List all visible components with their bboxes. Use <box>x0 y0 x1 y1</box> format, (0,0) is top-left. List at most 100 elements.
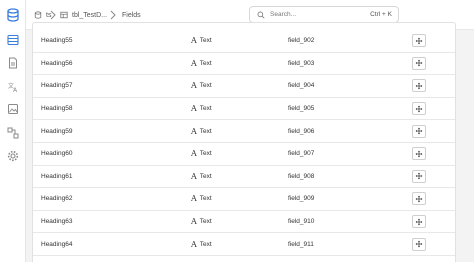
field-type-label: Text <box>199 127 212 135</box>
field-name: Heading56 <box>41 59 73 67</box>
drag-handle-button[interactable] <box>412 102 426 116</box>
field-type-label: Text <box>199 172 212 180</box>
table-row[interactable]: Heading55 A Text field_902 <box>33 30 455 53</box>
field-name: Heading63 <box>41 218 73 226</box>
database-small-icon <box>34 11 42 19</box>
move-icon <box>415 105 423 112</box>
mapping-icon[interactable] <box>6 126 20 140</box>
text-type-icon: A <box>191 104 197 114</box>
move-icon <box>415 218 423 225</box>
gear-icon[interactable] <box>6 149 20 163</box>
table-row[interactable]: Heading64 A Text field_911 <box>33 233 455 256</box>
table-row[interactable]: Heading59 A Text field_906 <box>33 120 455 143</box>
field-id: field_910 <box>288 218 315 226</box>
field-type: A Text <box>191 36 212 45</box>
field-type-label: Text <box>199 240 212 248</box>
field-id: field_905 <box>288 105 315 113</box>
move-icon <box>415 60 423 67</box>
text-type-icon: A <box>191 36 197 46</box>
move-icon <box>415 127 423 135</box>
table-row[interactable]: Heading56 A Text field_903 <box>33 53 455 76</box>
field-type: A Text <box>191 104 212 113</box>
table-small-icon <box>60 11 68 19</box>
move-icon <box>415 240 423 248</box>
field-id: field_911 <box>288 240 314 248</box>
field-name: Heading60 <box>41 150 73 158</box>
field-type-label: Text <box>199 37 212 45</box>
field-id: field_906 <box>288 127 315 135</box>
move-icon <box>415 37 423 45</box>
field-name: Heading58 <box>41 105 73 113</box>
field-type: A Text <box>191 59 212 68</box>
fields-table: Heading55 A Text field_902 Heading56 A Text fie… <box>32 22 456 262</box>
field-type: A Text <box>191 172 212 181</box>
table-row[interactable]: Heading62 A Text field_909 <box>33 188 455 211</box>
drag-handle-button[interactable] <box>412 56 426 70</box>
svg-text:A: A <box>13 87 18 93</box>
breadcrumb-table-label: tbl_TestD... <box>72 11 108 19</box>
text-type-icon: A <box>191 81 197 91</box>
drag-handle-button[interactable] <box>412 169 426 183</box>
field-id: field_909 <box>288 195 315 203</box>
document-icon[interactable] <box>6 56 20 70</box>
drag-handle-button[interactable] <box>412 237 426 251</box>
table-row[interactable]: Heading58 A Text field_905 <box>33 98 455 121</box>
field-type: A Text <box>191 217 212 226</box>
text-type-icon: A <box>191 239 197 249</box>
text-type-icon: A <box>191 217 197 227</box>
move-icon <box>415 195 423 203</box>
text-type-icon: A <box>191 58 197 68</box>
left-sidebar: 文A <box>0 0 26 262</box>
field-type-label: Text <box>199 59 212 67</box>
field-type-label: Text <box>199 82 212 90</box>
table-row[interactable]: Heading60 A Text field_907 <box>33 143 455 166</box>
field-type: A Text <box>191 149 212 158</box>
field-type-label: Text <box>199 195 212 203</box>
field-type-label: Text <box>199 150 212 158</box>
drag-handle-button[interactable] <box>412 79 426 93</box>
field-type: A Text <box>191 194 212 203</box>
field-type: A Text <box>191 240 212 249</box>
search-input[interactable]: Search... Ctrl + K <box>249 6 399 23</box>
breadcrumb-page-label: Fields <box>122 11 141 19</box>
move-icon <box>415 150 423 158</box>
field-type: A Text <box>191 81 212 90</box>
field-type-label: Text <box>199 218 212 226</box>
move-icon <box>415 82 423 90</box>
field-id: field_907 <box>288 150 315 158</box>
drag-handle-button[interactable] <box>412 192 426 206</box>
image-icon[interactable] <box>6 102 20 116</box>
field-id: field_904 <box>288 82 315 90</box>
text-type-icon: A <box>191 126 197 136</box>
table-row[interactable]: Heading63 A Text field_910 <box>33 211 455 234</box>
field-type-label: Text <box>199 105 212 113</box>
drag-handle-button[interactable] <box>412 124 426 138</box>
text-type-icon: A <box>191 149 197 159</box>
search-placeholder: Search... <box>270 11 297 18</box>
search-shortcut: Ctrl + K <box>370 11 392 18</box>
field-name: Heading55 <box>41 37 73 45</box>
translate-icon[interactable]: 文A <box>6 80 20 94</box>
field-name: Heading62 <box>41 195 73 203</box>
field-type: A Text <box>191 127 212 136</box>
drag-handle-button[interactable] <box>412 34 426 48</box>
drag-handle-button[interactable] <box>412 147 426 161</box>
table-row[interactable]: Heading61 A Text field_908 <box>33 166 455 189</box>
field-id: field_908 <box>288 172 315 180</box>
field-name: Heading57 <box>41 82 73 90</box>
field-id: field_902 <box>288 37 315 45</box>
drag-handle-button[interactable] <box>412 215 426 229</box>
database-icon[interactable] <box>6 8 20 22</box>
search-icon <box>257 11 265 18</box>
table-row[interactable]: Heading57 A Text field_904 <box>33 75 455 98</box>
field-name: Heading64 <box>41 240 73 248</box>
move-icon <box>415 173 423 180</box>
field-name: Heading61 <box>41 172 73 180</box>
table-list-icon[interactable] <box>6 33 20 47</box>
text-type-icon: A <box>191 194 197 204</box>
main-content: Heading55 A Text field_902 Heading56 A Text fie… <box>26 22 474 262</box>
field-name: Heading59 <box>41 127 73 135</box>
chevron-right-icon <box>110 10 116 20</box>
chevron-right-icon <box>50 10 56 20</box>
field-id: field_903 <box>288 59 315 67</box>
